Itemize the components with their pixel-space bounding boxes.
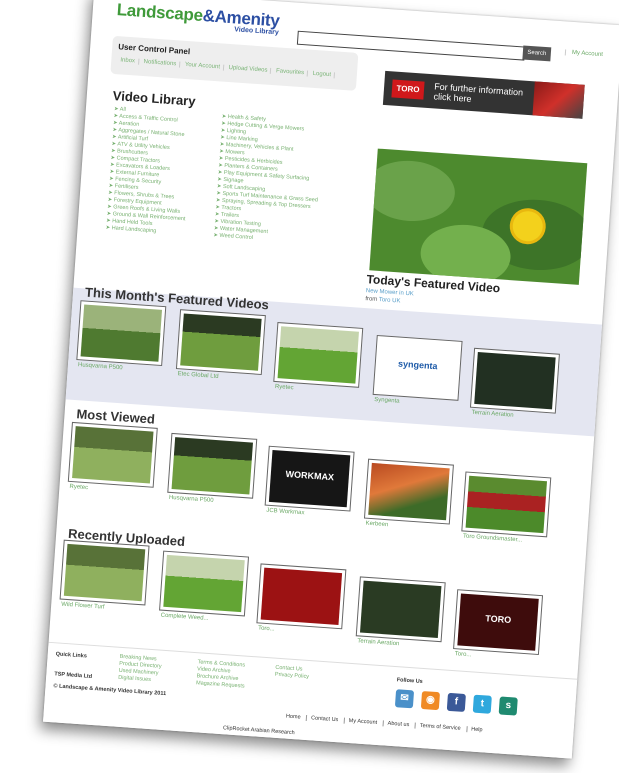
bottom-link-account[interactable]: My Account	[343, 717, 382, 727]
footer-column-3: Terms & Conditions Video Archive Brochur…	[196, 659, 246, 690]
video-thumbnail[interactable]	[67, 421, 158, 488]
thumbnail-image	[72, 426, 154, 484]
thumbnail-image	[171, 437, 253, 495]
ucp-link-favourites[interactable]: Favourites	[272, 68, 309, 77]
rss-icon[interactable]: ◉	[420, 690, 441, 711]
video-thumbnail[interactable]	[159, 550, 250, 617]
toro-logo: TORO	[391, 79, 425, 100]
from-name-link[interactable]: Toro UK	[379, 297, 401, 304]
ucp-link-upload[interactable]: Upload Videos	[225, 64, 272, 74]
my-account-link[interactable]: My Account	[564, 49, 604, 59]
leaf-shape	[369, 157, 457, 224]
thumbnail-image	[80, 304, 163, 362]
company-name: TSP Media Ltd	[54, 671, 93, 680]
footer-column-4: Contact Us Privacy Policy	[275, 665, 310, 681]
thumbnail-image	[368, 462, 450, 521]
mower-image	[532, 81, 585, 119]
thumbnail-image	[465, 475, 548, 534]
thumbnail-brand-text: WORKMAX	[285, 468, 335, 483]
site-logo[interactable]: Landscape&Amenity Video Library	[116, 0, 280, 36]
thumbnail-caption[interactable]: Ryetec	[69, 484, 88, 491]
thumbnail-caption[interactable]: Terrain Aeration	[357, 638, 399, 647]
video-thumbnail[interactable]: syngenta	[372, 334, 463, 401]
thumbnail-caption[interactable]: Husqvarna P500	[169, 495, 214, 504]
thumbnail-image	[277, 326, 359, 384]
video-thumbnail[interactable]	[273, 322, 364, 388]
featured-video-player[interactable]	[369, 148, 588, 285]
video-thumbnail[interactable]	[167, 432, 258, 499]
site-credit: ClipRocket Arabian Research	[222, 725, 295, 737]
video-thumbnail[interactable]	[256, 563, 347, 630]
thumbnail-caption[interactable]: Ryetec	[275, 384, 294, 391]
video-thumbnail[interactable]	[469, 347, 560, 414]
thumbnail-image	[359, 580, 442, 638]
thumbnail-caption[interactable]: JCB Workmax	[266, 508, 305, 517]
ucp-link-notifications[interactable]: Notifications	[140, 58, 181, 68]
thumbnail-caption[interactable]: Toro...	[258, 625, 275, 632]
video-thumbnail[interactable]	[59, 539, 150, 606]
quick-links-heading: Quick Links	[55, 651, 88, 660]
thumbnail-caption[interactable]: Toro...	[455, 651, 472, 658]
bottom-links: Home Contact Us My Account About us Term…	[282, 713, 487, 734]
follow-us-heading: Follow Us	[396, 677, 423, 686]
footer-link[interactable]: Privacy Policy	[275, 672, 310, 681]
page-sheet: Landscape&Amenity Video Library Search M…	[43, 0, 619, 759]
thumbnail-image	[474, 352, 556, 410]
video-thumbnail[interactable]: WORKMAX	[264, 445, 355, 512]
ucp-link-inbox[interactable]: Inbox	[117, 57, 140, 65]
thumbnail-image: syngenta	[376, 339, 459, 397]
page-footer: Quick Links TSP Media Ltd © Landscape & …	[43, 641, 578, 759]
toro-banner-ad[interactable]: TORO For further information click here	[382, 70, 585, 119]
video-library-title: Video Library	[112, 87, 197, 109]
category-list-left: ➤ All ➤ Access & Traffic Control ➤ Aeratio…	[105, 106, 193, 237]
bottom-link-about[interactable]: About us	[382, 720, 414, 729]
video-thumbnail[interactable]	[461, 471, 552, 538]
ucp-link-logout[interactable]: Logout	[309, 70, 336, 79]
video-thumbnail[interactable]	[76, 300, 167, 367]
bottom-link-home[interactable]: Home	[282, 713, 305, 721]
footer-column-2: Breaking News Product Directory Used Mac…	[118, 654, 162, 685]
thumbnail-caption[interactable]: Complete Weed...	[160, 613, 208, 622]
thumbnail-image	[260, 567, 343, 625]
banner-text: For further information click here	[433, 81, 523, 107]
bottom-link-help[interactable]: Help	[465, 726, 487, 734]
thumbnail-image: WORKMAX	[268, 449, 351, 508]
twitter-icon[interactable]: t	[472, 694, 492, 714]
thumbnail-image	[163, 554, 245, 613]
video-thumbnail[interactable]	[363, 458, 454, 525]
thumbnail-caption[interactable]: Wild Flower Turf	[61, 602, 105, 611]
category-list-right: ➤ Health & Safety ➤ Hedge Cutting & Verge…	[213, 114, 323, 247]
video-thumbnail[interactable]	[175, 309, 266, 376]
video-thumbnail[interactable]: TORO	[453, 589, 544, 656]
video-thumbnail[interactable]	[355, 576, 446, 643]
ucp-link-account[interactable]: Your Account	[181, 61, 225, 71]
email-icon[interactable]: ✉	[394, 689, 415, 709]
search-button[interactable]: Search	[522, 45, 552, 62]
copyright: © Landscape & Amenity Video Library 2011	[53, 683, 167, 698]
thumbnail-image: TORO	[457, 593, 539, 651]
thumbnail-brand-text: syngenta	[397, 358, 438, 372]
thumbnail-caption[interactable]: Kerbeen	[365, 521, 388, 529]
bottom-link-terms[interactable]: Terms of Service	[414, 722, 465, 733]
stumbleupon-icon[interactable]: s	[498, 696, 518, 716]
thumbnail-brand-text: TORO	[485, 613, 512, 626]
thumbnail-image	[180, 313, 262, 371]
from-label: from	[365, 296, 378, 303]
bottom-link-contact[interactable]: Contact Us	[305, 714, 343, 724]
thumbnail-image	[63, 543, 146, 602]
featured-video-from: from Toro UK	[365, 296, 401, 304]
facebook-icon[interactable]: f	[446, 692, 466, 713]
